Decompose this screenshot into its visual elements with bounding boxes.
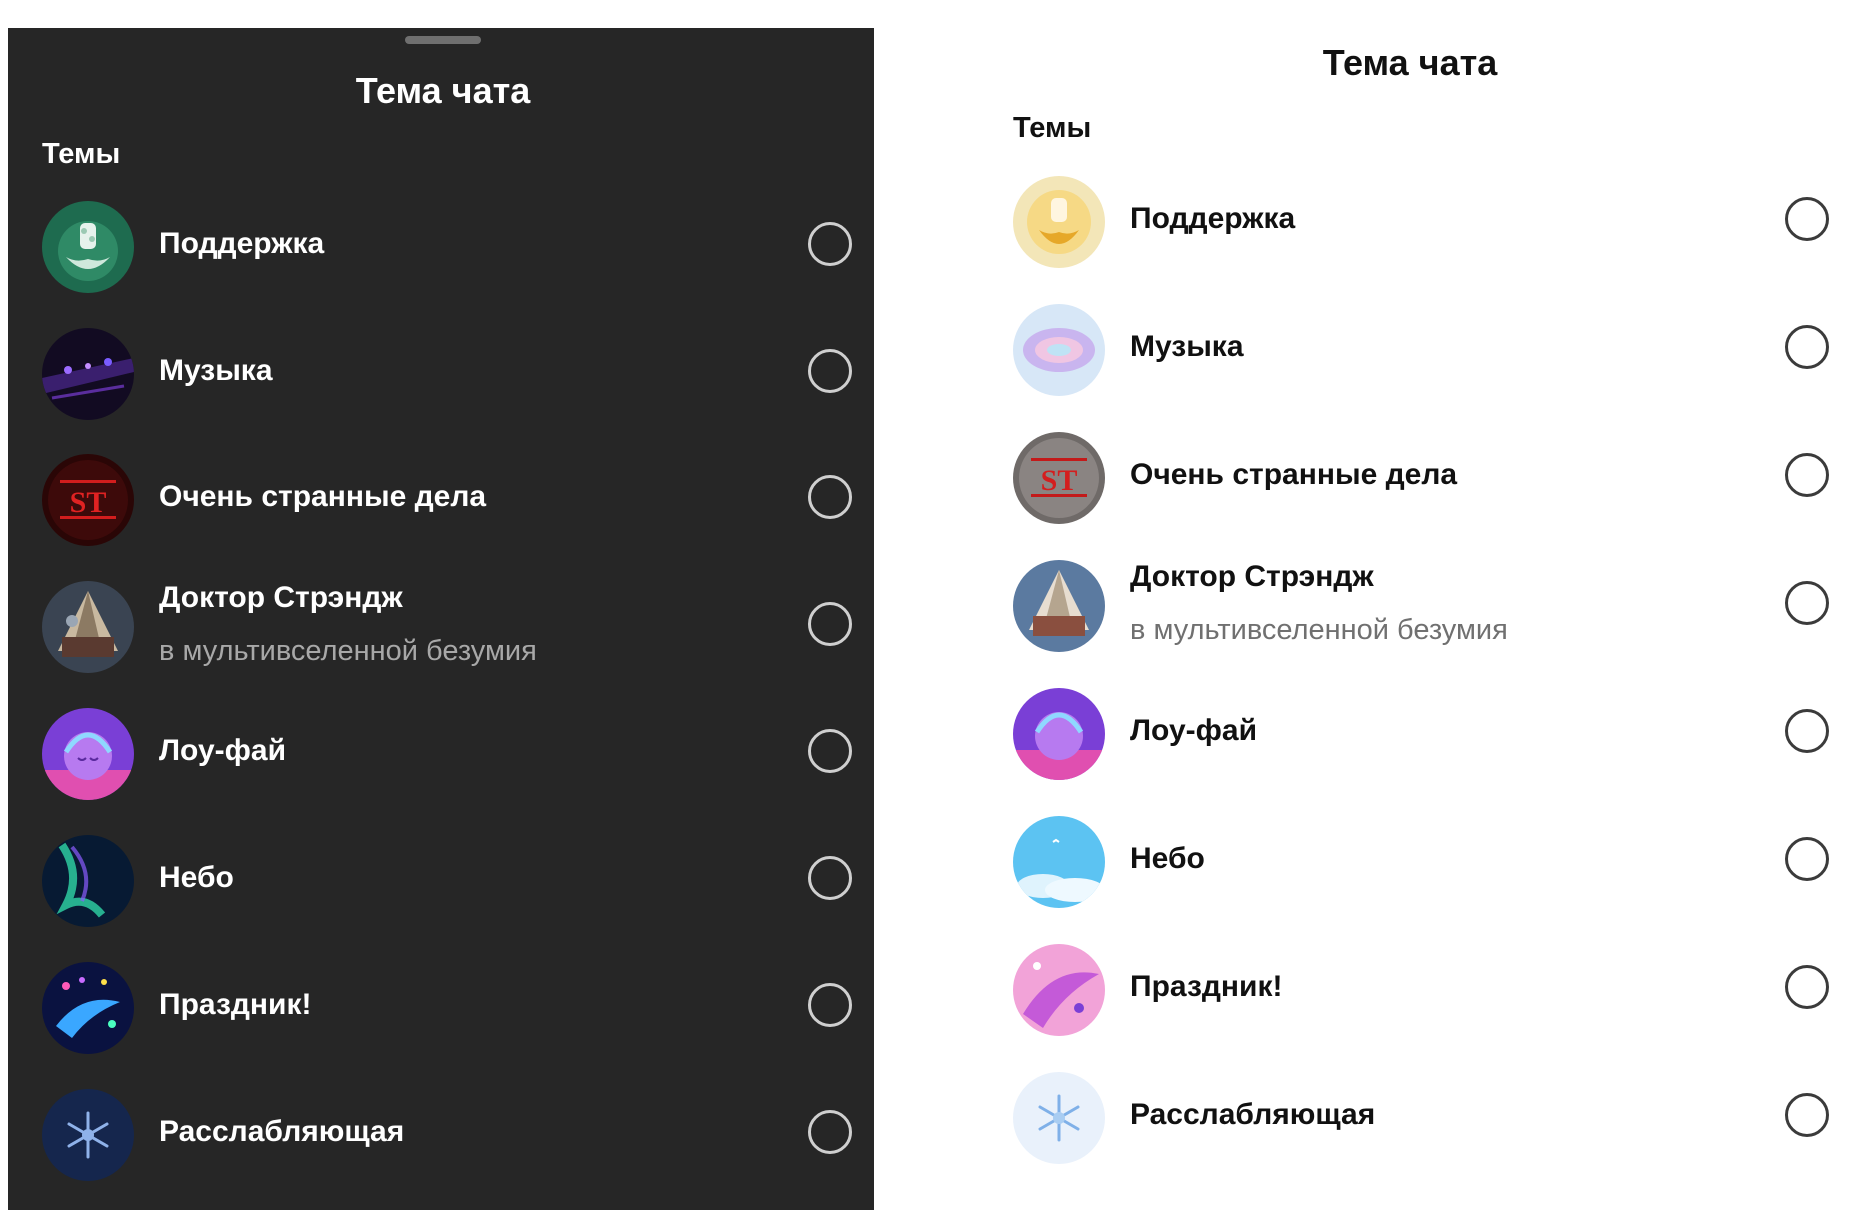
theme-radio[interactable] — [1785, 1093, 1829, 1137]
celebration-theme-icon — [42, 962, 134, 1054]
theme-row-lofi[interactable]: Лоу-фай — [42, 690, 852, 818]
theme-label: Праздник! — [1130, 970, 1283, 1003]
theme-row-sky[interactable]: Небо — [42, 817, 852, 945]
theme-row-lofi[interactable]: Лоу-фай — [1013, 670, 1829, 798]
sheet-title: Тема чата — [355, 70, 531, 111]
theme-label: Музыка — [1130, 330, 1244, 363]
theme-radio[interactable] — [1785, 453, 1829, 497]
theme-row-support[interactable]: Поддержка — [1013, 158, 1829, 286]
sky-theme-icon — [42, 835, 134, 927]
relaxing-theme-icon — [1013, 1072, 1105, 1164]
sky-theme-icon — [1013, 816, 1105, 908]
theme-label: Доктор Стрэндж — [1130, 560, 1374, 593]
theme-label: Очень странные дела — [1130, 458, 1458, 491]
theme-label: Поддержка — [159, 227, 325, 260]
doctor-strange-theme-icon — [42, 581, 134, 673]
theme-label: Доктор Стрэндж — [159, 581, 403, 614]
music-theme-icon — [1013, 304, 1105, 396]
stranger-things-theme-icon: ST — [1013, 432, 1105, 524]
theme-row-doctor-strange[interactable]: Доктор Стрэндж в мультивселенной безумия — [42, 563, 852, 691]
theme-label: Поддержка — [1130, 202, 1296, 235]
lofi-theme-icon — [42, 708, 134, 800]
theme-row-support[interactable]: Поддержка — [42, 183, 852, 311]
theme-label: Расслабляющая — [1130, 1098, 1376, 1131]
drag-handle[interactable] — [405, 36, 481, 44]
section-label: Темы — [42, 138, 121, 170]
doctor-strange-theme-icon — [1013, 560, 1105, 652]
celebration-theme-icon — [1013, 944, 1105, 1036]
theme-radio[interactable] — [808, 856, 852, 900]
lofi-theme-icon — [1013, 688, 1105, 780]
music-theme-icon — [42, 328, 134, 420]
theme-label: Лоу-фай — [159, 734, 287, 767]
theme-row-music[interactable]: Музыка — [1013, 286, 1829, 414]
theme-radio[interactable] — [1785, 709, 1829, 753]
theme-row-relaxing[interactable]: Расслабляющая — [1013, 1054, 1829, 1182]
theme-radio[interactable] — [1785, 197, 1829, 241]
theme-label: Праздник! — [159, 988, 312, 1021]
theme-radio[interactable] — [1785, 837, 1829, 881]
theme-radio[interactable] — [808, 602, 852, 646]
theme-row-celebration[interactable]: Праздник! — [1013, 926, 1829, 1054]
theme-radio[interactable] — [808, 729, 852, 773]
light-theme-sheet: Тема чата Темы Поддержка Музыка ST Очень… — [1000, 28, 1869, 1210]
theme-row-relaxing[interactable]: Расслабляющая — [42, 1071, 852, 1199]
theme-row-celebration[interactable]: Праздник! — [42, 944, 852, 1072]
svg-text:ST: ST — [1041, 464, 1078, 497]
theme-radio[interactable] — [808, 349, 852, 393]
support-theme-icon — [1013, 176, 1105, 268]
theme-radio[interactable] — [1785, 965, 1829, 1009]
theme-row-sky[interactable]: Небо — [1013, 798, 1829, 926]
theme-subtitle: в мультивселенной безумия — [1130, 614, 1508, 646]
theme-label: Очень странные дела — [159, 480, 487, 513]
theme-row-music[interactable]: Музыка — [42, 310, 852, 438]
theme-row-stranger-things[interactable]: ST Очень странные дела — [1013, 414, 1829, 542]
theme-label: Небо — [159, 861, 234, 894]
theme-radio[interactable] — [808, 475, 852, 519]
theme-radio[interactable] — [808, 222, 852, 266]
dark-theme-sheet: Тема чата Темы Поддержка Музыка ST Очень… — [8, 28, 874, 1210]
support-theme-icon — [42, 201, 134, 293]
theme-radio[interactable] — [1785, 325, 1829, 369]
theme-label: Лоу-фай — [1130, 714, 1258, 747]
relaxing-theme-icon — [42, 1089, 134, 1181]
theme-label: Расслабляющая — [159, 1115, 405, 1148]
theme-subtitle: в мультивселенной безумия — [159, 635, 537, 667]
theme-radio[interactable] — [1785, 581, 1829, 625]
stranger-things-theme-icon: ST — [42, 454, 134, 546]
theme-label: Музыка — [159, 354, 273, 387]
theme-row-stranger-things[interactable]: ST Очень странные дела — [42, 436, 852, 564]
theme-label: Небо — [1130, 842, 1205, 875]
svg-text:ST: ST — [70, 486, 107, 519]
theme-radio[interactable] — [808, 983, 852, 1027]
sheet-title: Тема чата — [1322, 42, 1498, 83]
theme-row-doctor-strange[interactable]: Доктор Стрэндж в мультивселенной безумия — [1013, 542, 1829, 670]
section-label: Темы — [1013, 112, 1092, 144]
theme-radio[interactable] — [808, 1110, 852, 1154]
